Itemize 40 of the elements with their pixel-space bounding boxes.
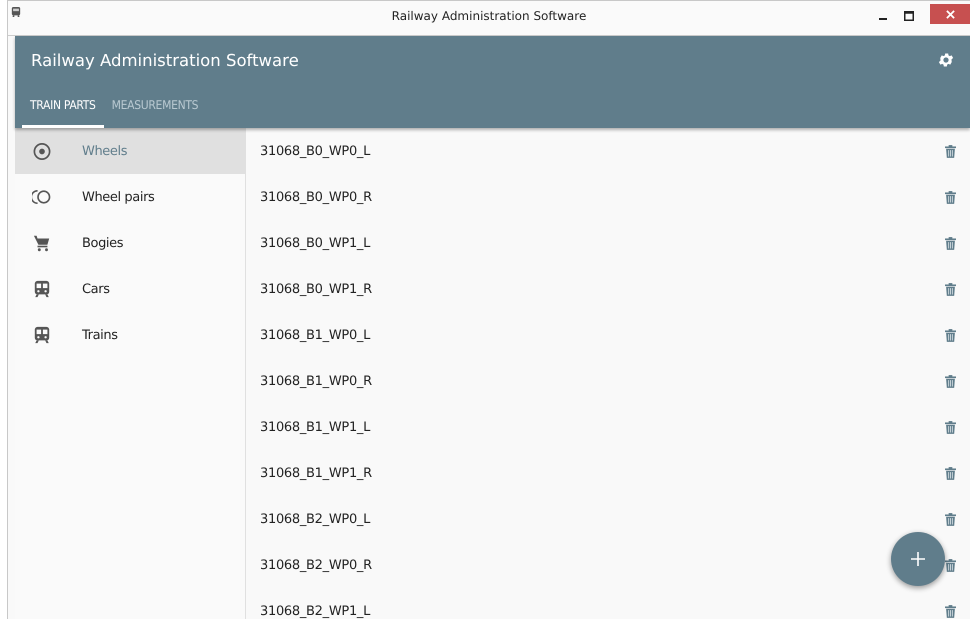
delete-icon[interactable] [945,144,956,158]
add-button[interactable] [891,532,945,586]
radio-icon [32,142,52,160]
settings-icon[interactable] [937,51,955,69]
delete-icon[interactable] [945,466,956,480]
sidebar-item[interactable]: Wheel pairs [15,174,245,220]
list-item[interactable]: 31068_B2_WP0_R [260,558,372,572]
close-icon [946,10,954,18]
plus-icon [911,552,925,566]
list-item[interactable]: 31068_B1_WP0_R [260,374,372,388]
delete-icon[interactable] [945,512,956,526]
app-title: Railway Administration Software [31,50,299,70]
close-button[interactable] [930,4,970,24]
list-item[interactable]: 31068_B0_WP0_R [260,190,372,204]
list-item[interactable]: 31068_B1_WP1_L [260,420,370,434]
delete-icon[interactable] [945,604,956,618]
list-item[interactable]: 31068_B1_WP0_L [260,328,370,342]
list-item[interactable]: 31068_B2_WP1_L [260,604,370,618]
sidebar-item[interactable]: Cars [15,266,245,312]
delete-icon[interactable] [945,190,956,204]
train-icon [11,6,21,18]
window-title: Railway Administration Software [392,9,586,23]
delete-icon[interactable] [945,558,956,572]
delete-icon[interactable] [945,374,956,388]
list-item[interactable]: 31068_B1_WP1_R [260,466,372,480]
list-item[interactable]: 31068_B0_WP0_L [260,144,370,158]
list-item[interactable]: 31068_B0_WP1_L [260,236,370,250]
sidebar-item[interactable]: Trains [15,312,245,358]
maximize-icon[interactable] [904,11,914,21]
delete-icon[interactable] [945,236,956,250]
list-item[interactable]: 31068_B2_WP0_L [260,512,370,526]
train-icon [32,280,52,298]
train-icon [32,326,52,344]
sidebar-item[interactable]: Bogies [15,220,245,266]
delete-icon[interactable] [945,282,956,296]
cart-icon [32,234,52,252]
delete-icon[interactable] [945,420,956,434]
ring-icon [32,189,52,205]
delete-icon[interactable] [945,328,956,342]
list-item[interactable]: 31068_B0_WP1_R [260,282,372,296]
